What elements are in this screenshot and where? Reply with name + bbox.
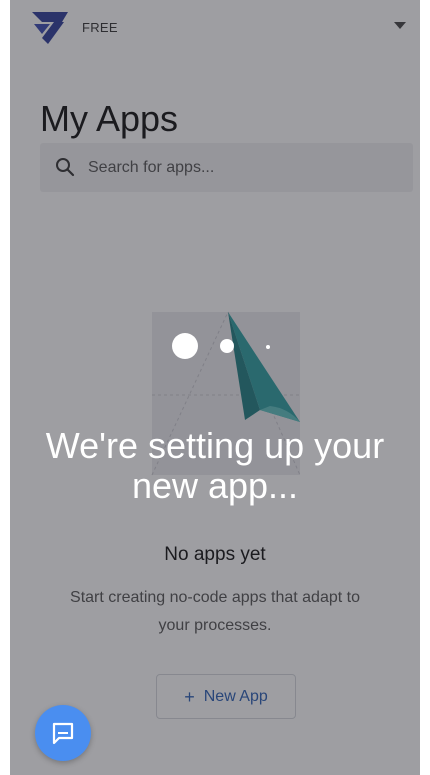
screen-edge-right (420, 0, 430, 775)
screen-edge-left (0, 0, 10, 775)
app-screen: FREE My Apps No apps yet Start creating … (0, 0, 430, 775)
loading-overlay (10, 0, 420, 775)
loading-message: We're setting up your new app... (45, 425, 385, 506)
chat-bubble-icon (52, 722, 74, 745)
chat-button[interactable] (35, 705, 91, 761)
